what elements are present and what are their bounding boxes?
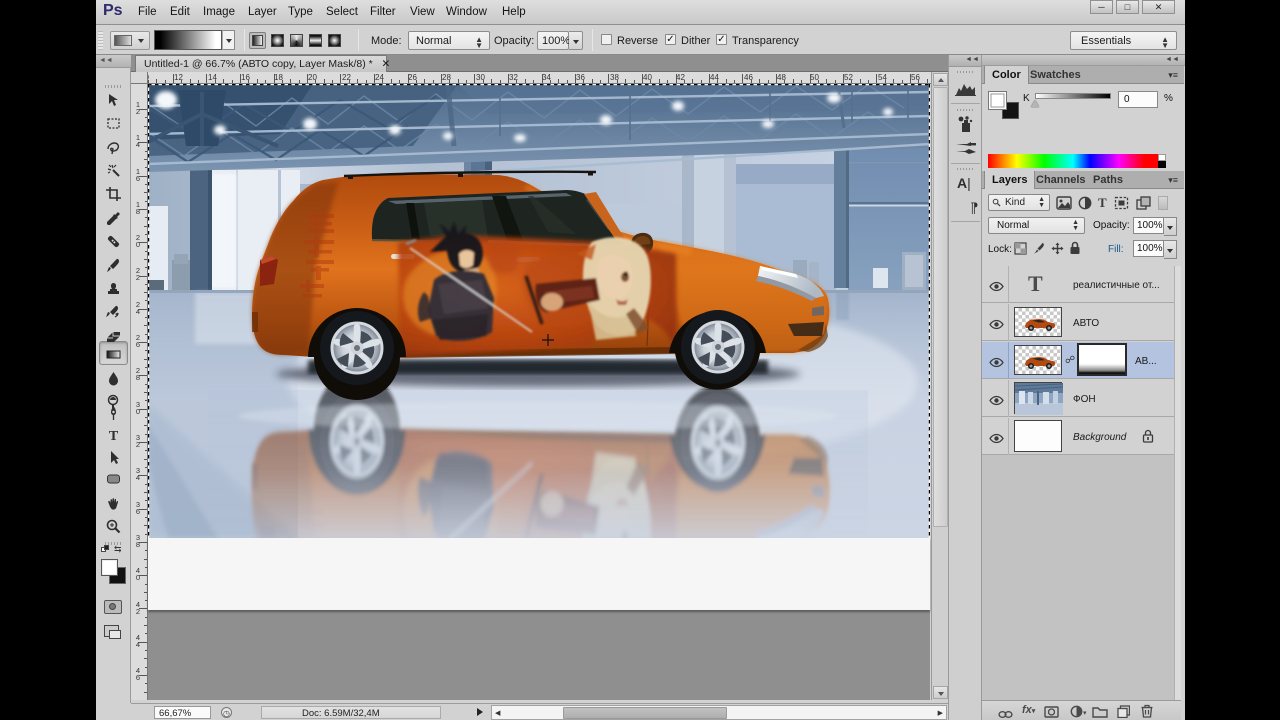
svg-text:T: T [109,429,119,444]
